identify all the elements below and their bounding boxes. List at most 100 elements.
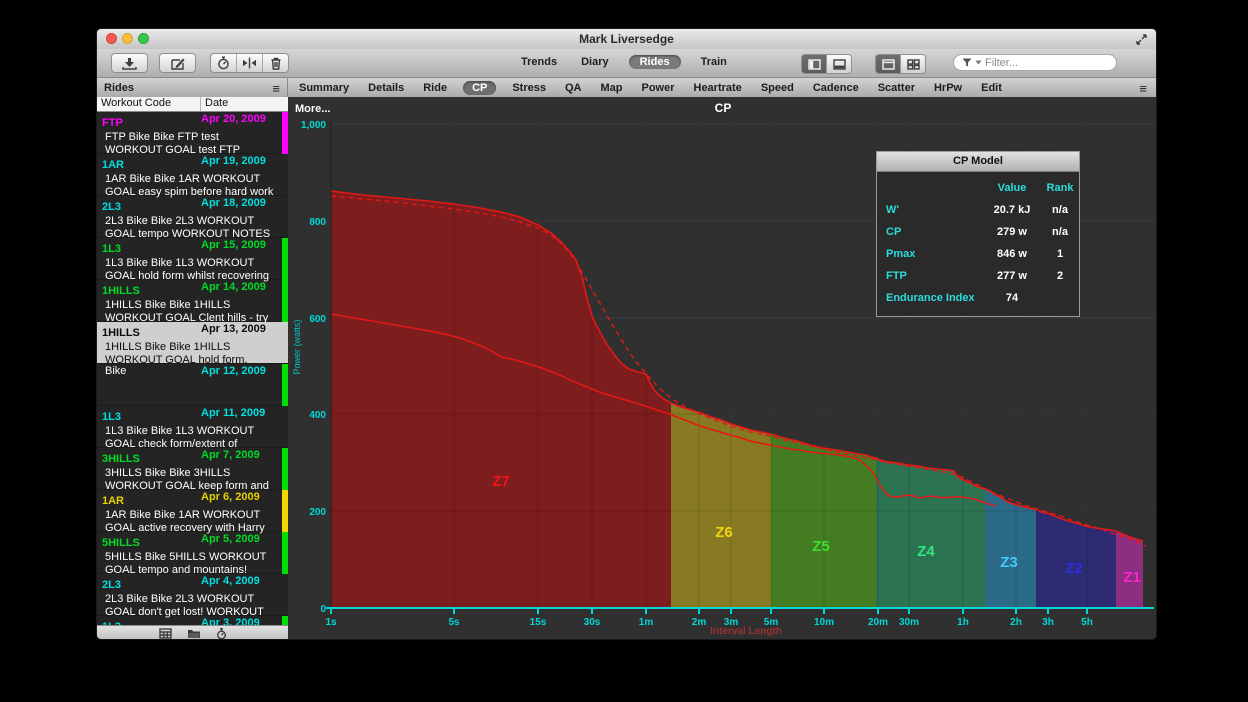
zone-band-z7	[331, 121, 671, 608]
zone-label-z3: Z3	[1000, 554, 1018, 571]
tab-stress[interactable]: Stress	[509, 81, 549, 95]
tiled-view-icon	[907, 59, 920, 70]
split-ride-button[interactable]	[236, 54, 262, 72]
ride-list-column-header[interactable]: Workout Code Date	[97, 97, 288, 112]
filter-placeholder: Filter...	[985, 57, 1018, 69]
import-icon	[122, 57, 137, 70]
window-title: Mark Liversedge	[97, 32, 1156, 46]
rides-sidebar: Workout Code Date FTP Apr 20, 2009 FTP B…	[97, 97, 288, 640]
cp-model-col-value: Value	[982, 182, 1042, 194]
ride-row[interactable]: Apr 12, 2009 Bike	[97, 364, 288, 406]
scope-tabs: Trends Diary Rides Train	[517, 55, 731, 69]
zone-label-z4: Z4	[917, 543, 935, 560]
zone-band-z1	[1116, 121, 1143, 608]
ride-row[interactable]: 2L3 Apr 18, 2009 2L3 Bike Bike 2L3 WORKO…	[97, 196, 288, 238]
ride-list[interactable]: FTP Apr 20, 2009 FTP Bike Bike FTP test …	[97, 112, 288, 626]
column-workout-code[interactable]: Workout Code	[97, 97, 201, 111]
folder-icon[interactable]	[187, 628, 201, 639]
ride-tools-group	[210, 53, 289, 73]
single-view-button[interactable]	[876, 55, 900, 73]
app-window: Mark Liversedge	[96, 28, 1157, 640]
svg-text:5h: 5h	[1081, 617, 1093, 628]
tab-qa[interactable]: QA	[562, 81, 585, 95]
svg-text:0: 0	[320, 604, 326, 615]
edit-ride-button[interactable]	[159, 53, 196, 73]
chevron-down-icon	[975, 60, 982, 65]
ride-row[interactable]: 2L3 Apr 4, 2009 2L3 Bike Bike 2L3 WORKOU…	[97, 574, 288, 616]
tab-speed[interactable]: Speed	[758, 81, 797, 95]
delete-ride-button[interactable]	[262, 54, 288, 72]
tab-diary[interactable]: Diary	[577, 55, 613, 69]
column-date[interactable]: Date	[201, 97, 228, 111]
tab-trends[interactable]: Trends	[517, 55, 561, 69]
svg-text:30m: 30m	[899, 617, 919, 628]
cp-model-col-rank: Rank	[1042, 182, 1078, 194]
filter-input[interactable]: Filter...	[953, 54, 1117, 71]
tab-power[interactable]: Power	[638, 81, 677, 95]
svg-text:15s: 15s	[530, 617, 547, 628]
svg-text:10m: 10m	[814, 617, 834, 628]
tab-heartrate[interactable]: Heartrate	[691, 81, 745, 95]
tab-rides[interactable]: Rides	[629, 55, 681, 69]
cp-chart-panel: More... CP	[288, 97, 1157, 640]
sidebar-header: Rides ≡	[97, 78, 288, 98]
sidebar-title: Rides	[104, 82, 134, 94]
fullscreen-icon[interactable]	[1135, 33, 1148, 46]
ride-row[interactable]: 5HILLS Apr 5, 2009 5HILLS Bike 5HILLS WO…	[97, 532, 288, 574]
ride-row[interactable]: 1AR Apr 6, 2009 1AR Bike Bike 1AR WORKOU…	[97, 490, 288, 532]
ride-row[interactable]: 1L3 Apr 11, 2009 1L3 Bike Bike 1L3 WORKO…	[97, 406, 288, 448]
ride-row[interactable]: FTP Apr 20, 2009 FTP Bike Bike FTP test …	[97, 112, 288, 154]
main-toolbar: Trends Diary Rides Train	[97, 49, 1156, 78]
cp-model-header-row: Value Rank	[877, 177, 1079, 199]
svg-text:1h: 1h	[957, 617, 969, 628]
filter-funnel-icon	[962, 58, 972, 67]
chart-tab-bar: Summary Details Ride CP Stress QA Map Po…	[288, 78, 1156, 98]
svg-text:20m: 20m	[868, 617, 888, 628]
calendar-icon[interactable]	[159, 628, 172, 639]
tab-cadence[interactable]: Cadence	[810, 81, 862, 95]
sidebar-menu-icon[interactable]: ≡	[272, 82, 280, 95]
tiled-view-button[interactable]	[900, 55, 925, 73]
tab-details[interactable]: Details	[365, 81, 407, 95]
svg-text:400: 400	[309, 410, 326, 421]
ride-row[interactable]: 1AR Apr 19, 2009 1AR Bike Bike 1AR WORKO…	[97, 154, 288, 196]
tab-ride[interactable]: Ride	[420, 81, 450, 95]
x-tick-labels: 1s 5s 15s 30s 1m 2m 3m 5m 10m 20m 30m 1h…	[325, 617, 1092, 628]
single-view-icon	[882, 59, 895, 70]
zone-label-z7: Z7	[492, 473, 510, 490]
bottombar-toggle-button[interactable]	[826, 55, 851, 73]
tab-train[interactable]: Train	[697, 55, 731, 69]
chart-menu-icon[interactable]: ≡	[1139, 82, 1156, 95]
second-toolbar-row: Rides ≡ Summary Details Ride CP Stress Q…	[97, 78, 1156, 99]
tab-map[interactable]: Map	[597, 81, 625, 95]
cp-model-box: CP Model Value Rank W' 20.7 kJ n/a CP 27…	[876, 151, 1080, 317]
trash-icon	[270, 57, 282, 70]
stopwatch-icon[interactable]	[216, 628, 227, 640]
ride-row[interactable]: 3HILLS Apr 7, 2009 3HILLS Bike Bike 3HIL…	[97, 448, 288, 490]
ride-row[interactable]: 1HILLS Apr 14, 2009 1HILLS Bike Bike 1HI…	[97, 280, 288, 322]
svg-text:800: 800	[309, 217, 326, 228]
cp-model-table: Value Rank W' 20.7 kJ n/a CP 279 w n/a P…	[877, 172, 1079, 316]
cp-model-row-endurance-index: Endurance Index 74	[877, 287, 1079, 309]
zone-label-z5: Z5	[812, 538, 830, 555]
svg-text:30s: 30s	[584, 617, 601, 628]
title-bar[interactable]: Mark Liversedge	[97, 29, 1156, 49]
interval-tool-button[interactable]	[211, 54, 236, 72]
ride-row[interactable]: 1L3 Apr 15, 2009 1L3 Bike Bike 1L3 WORKO…	[97, 238, 288, 280]
split-arrows-icon	[242, 57, 257, 69]
tab-edit[interactable]: Edit	[978, 81, 1005, 95]
sidebar-footer-toolbar	[97, 625, 288, 640]
svg-text:2m: 2m	[692, 617, 707, 628]
tab-cp[interactable]: CP	[463, 81, 496, 95]
bottombar-panel-icon	[833, 59, 846, 70]
svg-text:3h: 3h	[1042, 617, 1054, 628]
tab-summary[interactable]: Summary	[296, 81, 352, 95]
ride-row-selected[interactable]: 1HILLS Apr 13, 2009 1HILLS Bike Bike 1HI…	[97, 322, 288, 364]
svg-text:5s: 5s	[448, 617, 460, 628]
tab-scatter[interactable]: Scatter	[875, 81, 918, 95]
zone-label-z1: Z1	[1123, 569, 1141, 586]
import-ride-button[interactable]	[111, 53, 148, 73]
sidebar-toggle-button[interactable]	[802, 55, 826, 73]
tab-hrpw[interactable]: HrPw	[931, 81, 965, 95]
layout-toggle-group	[875, 54, 926, 74]
